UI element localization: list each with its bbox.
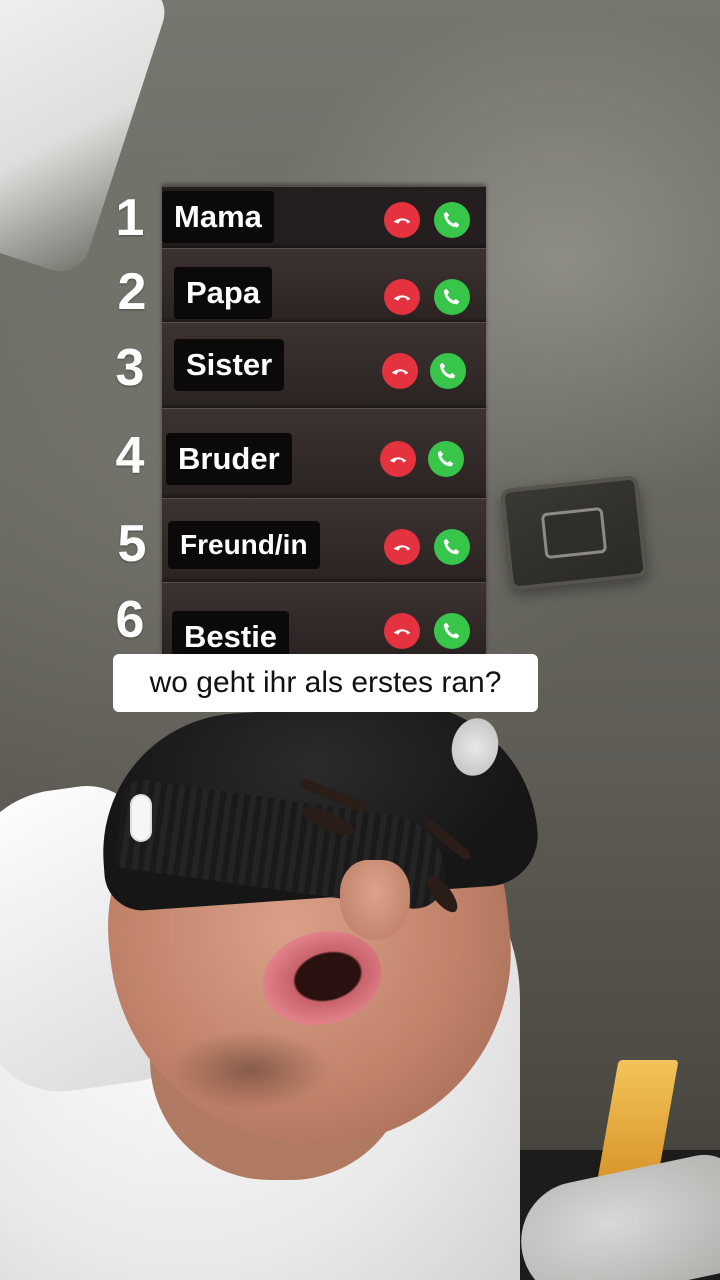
call-rank: 5 — [117, 515, 147, 573]
phone-decline-icon — [393, 545, 411, 551]
call-rank: 4 — [115, 427, 145, 485]
call-card: Bestie — [162, 582, 486, 655]
decline-button[interactable] — [384, 202, 420, 238]
phone-accept-icon — [443, 622, 460, 639]
accept-button[interactable] — [434, 613, 470, 649]
accept-button[interactable] — [434, 279, 470, 315]
incoming-call-list: 1 Mama 2 Papa 3 Sister 4 Bruder 5 Freund… — [0, 0, 720, 660]
accept-button[interactable] — [428, 441, 464, 477]
call-card: Bruder — [162, 408, 486, 501]
phone-decline-icon — [393, 295, 411, 301]
stubble — [170, 1030, 330, 1110]
caller-name: Freund/in — [168, 521, 320, 569]
decline-button[interactable] — [384, 279, 420, 315]
call-rank: 2 — [117, 263, 147, 321]
call-card: Freund/in — [162, 498, 486, 585]
phone-decline-icon — [389, 457, 407, 463]
call-card: Sister — [162, 322, 486, 411]
decline-button[interactable] — [382, 353, 418, 389]
phone-decline-icon — [393, 629, 411, 635]
caller-name: Papa — [174, 267, 273, 319]
phone-accept-icon — [443, 538, 460, 555]
caller-name: Bestie — [172, 611, 290, 655]
accept-button[interactable] — [434, 202, 470, 238]
call-card: Mama — [162, 186, 486, 249]
phone-decline-icon — [393, 218, 411, 224]
call-rank: 3 — [115, 339, 145, 397]
phone-accept-icon — [443, 211, 460, 228]
accept-button[interactable] — [434, 529, 470, 565]
nose — [340, 860, 410, 940]
call-rank: 6 — [115, 591, 145, 649]
caller-name: Sister — [174, 339, 285, 391]
phone-accept-icon — [437, 450, 454, 467]
phone-accept-icon — [443, 288, 460, 305]
decline-button[interactable] — [384, 529, 420, 565]
phone-decline-icon — [391, 369, 409, 375]
caller-name: Mama — [162, 191, 274, 243]
caller-name: Bruder — [166, 433, 292, 485]
call-rank: 1 — [115, 189, 145, 247]
accept-button[interactable] — [430, 353, 466, 389]
caption-text: wo geht ihr als erstes ran? — [113, 654, 538, 712]
decline-button[interactable] — [384, 613, 420, 649]
earbud — [132, 796, 150, 840]
decline-button[interactable] — [380, 441, 416, 477]
call-card: Papa — [162, 248, 486, 325]
phone-accept-icon — [439, 362, 456, 379]
